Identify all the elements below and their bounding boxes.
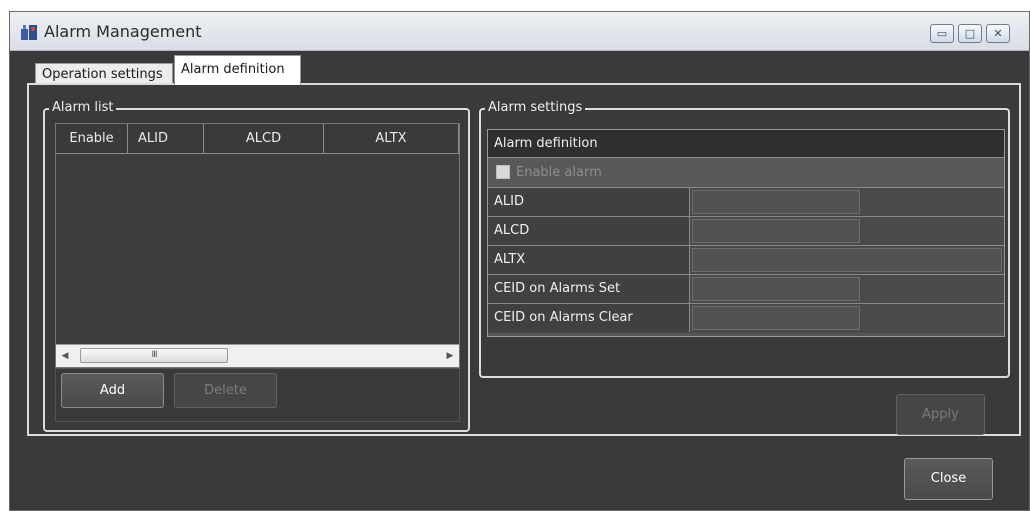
minimize-button[interactable]: ▭ (930, 24, 954, 43)
alarm-settings-label: Alarm settings (485, 100, 586, 116)
altx-input[interactable] (692, 248, 1002, 272)
scroll-right-icon[interactable]: ▶ (441, 345, 459, 367)
tab-alarm-definition[interactable]: Alarm definition (174, 55, 301, 85)
alcd-row: ALCD (488, 217, 1004, 246)
alid-input[interactable] (692, 190, 860, 214)
ceid-set-row: CEID on Alarms Set (488, 275, 1004, 304)
enable-alarm-row: Enable alarm (488, 158, 1004, 188)
column-header-alcd[interactable]: ALCD (204, 124, 324, 154)
list-button-bar: Add Delete (55, 368, 460, 422)
alid-row: ALID (488, 188, 1004, 217)
title-bar: Alarm Management ▭ □ ✕ (10, 12, 1029, 51)
scroll-thumb[interactable]: III (80, 348, 228, 363)
maximize-button[interactable]: □ (958, 24, 982, 43)
altx-row: ALTX (488, 246, 1004, 275)
altx-label: ALTX (488, 246, 690, 274)
ceid-clear-label: CEID on Alarms Clear (488, 304, 690, 332)
enable-alarm-checkbox[interactable] (496, 165, 510, 179)
horizontal-scrollbar[interactable]: ◀ III ▶ (56, 344, 459, 367)
column-header-altx[interactable]: ALTX (324, 124, 459, 154)
alcd-input[interactable] (692, 219, 860, 243)
column-header-enable[interactable]: Enable (56, 124, 128, 154)
alarm-definition-panel: Alarm list Enable ALID ALCD ALTX ◀ III ▶… (27, 83, 1021, 436)
alcd-label: ALCD (488, 217, 690, 245)
enable-alarm-label: Enable alarm (516, 165, 602, 180)
alarm-list-label: Alarm list (49, 100, 117, 116)
tab-operation-settings[interactable]: Operation settings (35, 63, 173, 84)
alarm-list-group: Alarm list Enable ALID ALCD ALTX ◀ III ▶… (43, 100, 470, 432)
close-window-button[interactable]: ✕ (986, 24, 1010, 43)
alarm-list-table[interactable]: Enable ALID ALCD ALTX ◀ III ▶ (55, 123, 460, 368)
ceid-clear-input[interactable] (692, 306, 860, 330)
app-icon (21, 25, 37, 40)
close-button[interactable]: Close (904, 458, 993, 500)
ceid-set-label: CEID on Alarms Set (488, 275, 690, 303)
alarm-definition-header: Alarm definition (494, 136, 598, 151)
alarm-settings-table: Alarm definition Enable alarm ALID ALCD … (487, 129, 1005, 337)
apply-button[interactable]: Apply (896, 394, 985, 435)
alarm-settings-group: Alarm settings Alarm definition Enable a… (479, 100, 1010, 378)
alid-label: ALID (488, 188, 690, 216)
delete-button[interactable]: Delete (174, 373, 277, 408)
settings-header-row: Alarm definition (488, 130, 1004, 158)
column-header-alid[interactable]: ALID (128, 124, 204, 154)
ceid-set-input[interactable] (692, 277, 860, 301)
add-button[interactable]: Add (61, 373, 164, 408)
scroll-left-icon[interactable]: ◀ (56, 345, 74, 367)
ceid-clear-row: CEID on Alarms Clear (488, 304, 1004, 333)
window-title: Alarm Management (44, 22, 202, 41)
